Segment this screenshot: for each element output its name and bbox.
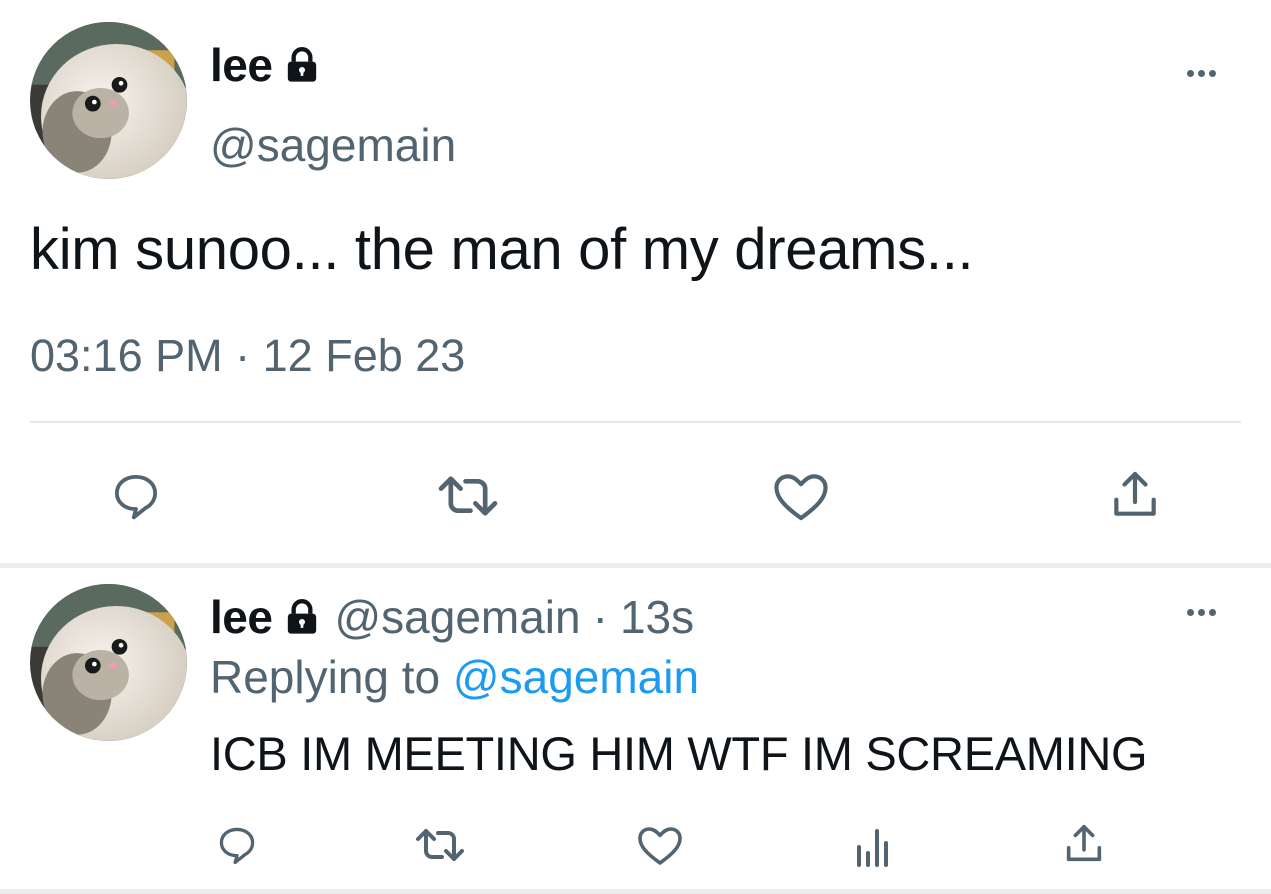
like-icon[interactable] <box>635 822 685 868</box>
cat-photo <box>30 22 187 179</box>
reply-age[interactable]: 13s <box>620 590 694 644</box>
divider <box>0 889 1271 894</box>
divider <box>30 421 1241 423</box>
replying-to-link[interactable]: @sagemain <box>453 651 699 703</box>
replying-prefix: Replying to <box>210 651 441 703</box>
meta-separator: · <box>592 591 608 643</box>
reply-icon[interactable] <box>106 468 166 524</box>
reply-icon[interactable] <box>213 822 261 868</box>
share-icon[interactable] <box>1106 466 1164 524</box>
analytics-icon[interactable] <box>850 822 892 868</box>
tweet-date: 12 Feb 23 <box>262 330 466 381</box>
replying-to: Replying to @sagemain <box>210 650 699 704</box>
lock-icon <box>288 599 317 634</box>
handle[interactable]: @sagemain <box>210 118 456 172</box>
more-options-icon[interactable] <box>1187 609 1216 616</box>
author-avatar[interactable] <box>30 22 187 179</box>
cat-photo <box>30 584 187 741</box>
reply-handle[interactable]: @sagemain <box>334 590 580 644</box>
display-name-row: lee <box>210 38 322 92</box>
meta-separator: · <box>235 330 251 381</box>
like-icon[interactable] <box>770 468 832 524</box>
reply-author-avatar[interactable] <box>30 584 187 741</box>
share-icon[interactable] <box>1060 820 1108 868</box>
tweet-text: kim sunoo... the man of my dreams... <box>30 217 974 282</box>
reply-display-name[interactable]: lee <box>210 590 273 644</box>
reply-text: ICB IM MEETING HIM WTF IM SCREAMING <box>210 727 1148 780</box>
retweet-icon[interactable] <box>410 822 470 868</box>
tweet-separator <box>0 563 1271 568</box>
more-options-icon[interactable] <box>1187 70 1216 77</box>
tweet-timestamp[interactable]: 03:16 PM · 12 Feb 23 <box>30 330 465 382</box>
retweet-icon[interactable] <box>432 468 504 524</box>
tweet-time: 03:16 PM <box>30 330 223 381</box>
lock-icon <box>288 47 317 82</box>
reply-header: lee @sagemain · 13s <box>210 590 694 644</box>
display-name[interactable]: lee <box>210 38 273 92</box>
